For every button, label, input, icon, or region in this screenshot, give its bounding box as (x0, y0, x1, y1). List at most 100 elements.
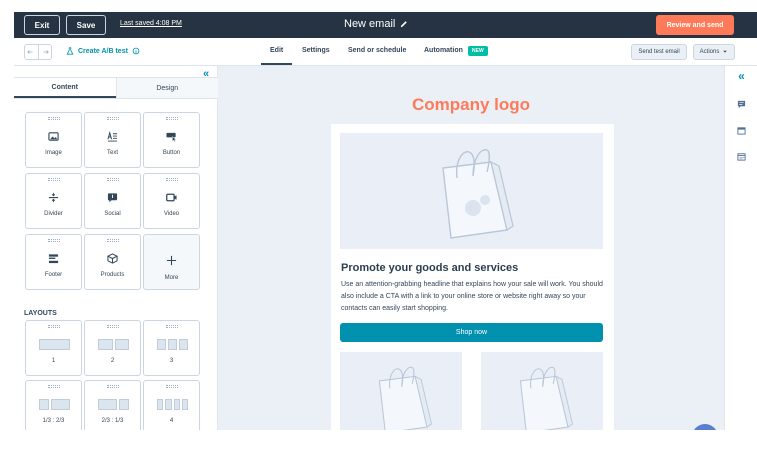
redo-button[interactable] (37, 45, 52, 59)
layout-label: 2/3 : 1/3 (101, 418, 124, 424)
module-label: Products (100, 272, 125, 278)
right-rail: « (724, 66, 757, 430)
last-saved-link[interactable]: Last saved 4:08 PM (120, 20, 182, 27)
module-more[interactable]: More (143, 234, 200, 290)
chevron-down-icon (723, 50, 728, 53)
layout-1-column[interactable]: 1 (25, 320, 82, 376)
social-icon (107, 193, 118, 203)
save-button[interactable]: Save (66, 15, 106, 35)
tab-content[interactable]: Content (14, 78, 116, 98)
module-label: Video (163, 211, 180, 217)
layout-2-columns[interactable]: 2 (84, 320, 141, 376)
hero-image[interactable] (340, 133, 603, 249)
tab-design[interactable]: Design (115, 78, 218, 98)
shopping-bag-icon (378, 366, 433, 430)
drag-handle-icon (107, 117, 119, 120)
products-icon (107, 253, 118, 264)
module-label: Text (106, 150, 118, 156)
schedule-icon (737, 153, 746, 161)
module-label: Social (104, 211, 121, 217)
calendar-button[interactable] (725, 126, 757, 135)
drag-handle-icon (48, 178, 60, 181)
plus-icon (166, 255, 177, 266)
module-footer[interactable]: Footer (25, 234, 82, 290)
shop-now-button[interactable]: Shop now (340, 323, 603, 342)
review-and-send-button[interactable]: Review and send (656, 15, 734, 35)
left-sidebar: « Content Design Image Text Button Divid… (14, 66, 218, 430)
button-icon (166, 132, 177, 142)
email-body-text[interactable]: Use an attention-grabbing headline that … (341, 279, 603, 315)
layout-preview (157, 339, 188, 350)
redo-icon (43, 50, 49, 54)
shopping-bag-icon (441, 149, 514, 239)
ab-test-label: Create A/B test (78, 47, 128, 55)
drag-handle-icon (107, 239, 119, 242)
top-bar: Exit Save Last saved 4:08 PM New email R… (14, 12, 757, 38)
drag-handle-icon (48, 117, 60, 120)
video-icon (166, 193, 177, 202)
text-icon (107, 131, 118, 142)
comments-button[interactable] (725, 100, 757, 109)
email-name: New email (344, 18, 396, 30)
pencil-icon[interactable] (400, 20, 408, 28)
tab-send-or-schedule[interactable]: Send or schedule (348, 47, 406, 54)
actions-label: Actions (699, 49, 720, 55)
module-image[interactable]: Image (25, 112, 82, 168)
layout-label: 1/3 : 2/3 (42, 418, 65, 424)
module-video[interactable]: Video (143, 173, 200, 229)
drag-handle-icon (107, 325, 119, 328)
exit-button[interactable]: Exit (24, 15, 60, 35)
layout-preview (39, 339, 70, 350)
company-logo[interactable]: Company logo (218, 95, 724, 115)
undo-button[interactable] (25, 45, 38, 59)
layout-4-columns[interactable]: 4 (143, 380, 200, 430)
product-image-right[interactable] (481, 352, 603, 430)
layout-preview (157, 399, 188, 410)
actions-dropdown[interactable]: Actions (693, 44, 735, 60)
send-test-email-button[interactable]: Send test email (631, 44, 687, 60)
email-title[interactable]: New email (344, 18, 408, 30)
layout-3-columns[interactable]: 3 (143, 320, 200, 376)
schedule-button[interactable] (725, 152, 757, 161)
ab-test-link[interactable]: Create A/B test (66, 47, 140, 55)
drag-handle-icon (107, 178, 119, 181)
module-products[interactable]: Products (84, 234, 141, 290)
module-label: Footer (44, 272, 63, 278)
image-icon (48, 132, 59, 141)
layout-one-third-two-thirds[interactable]: 1/3 : 2/3 (25, 380, 82, 430)
email-headline[interactable]: Promote your goods and services (341, 262, 518, 274)
drag-handle-icon (48, 325, 60, 328)
drag-handle-icon (107, 385, 119, 388)
undo-redo-group (24, 44, 52, 60)
module-text[interactable]: Text (84, 112, 141, 168)
divider-icon (48, 192, 59, 203)
drag-handle-icon (48, 239, 60, 242)
product-image-left[interactable] (340, 352, 462, 430)
module-label: Image (45, 150, 62, 156)
tab-automation[interactable]: Automation (424, 47, 463, 54)
layout-label: 1 (51, 358, 56, 364)
module-divider[interactable]: Divider (25, 173, 82, 229)
tab-settings[interactable]: Settings (302, 47, 330, 54)
module-button[interactable]: Button (143, 112, 200, 168)
new-badge: NEW (468, 46, 488, 56)
tab-edit[interactable]: Edit (260, 47, 293, 65)
drag-handle-icon (48, 385, 60, 388)
layout-two-thirds-one-third[interactable]: 2/3 : 1/3 (84, 380, 141, 430)
module-social[interactable]: Social (84, 173, 141, 229)
footer-icon (48, 254, 59, 264)
layouts-heading: LAYOUTS (24, 310, 57, 317)
layout-preview (39, 399, 70, 410)
layout-label: 2 (110, 358, 115, 364)
info-icon (132, 47, 140, 55)
email-editor-window: Exit Save Last saved 4:08 PM New email R… (14, 12, 757, 430)
drag-handle-icon (166, 325, 178, 328)
shopping-bag-icon (519, 366, 574, 430)
layout-label: 3 (169, 358, 174, 364)
help-chat-button[interactable] (692, 424, 718, 430)
comment-icon (737, 100, 746, 109)
flask-icon (66, 47, 74, 55)
expand-panel-icon[interactable]: « (725, 69, 757, 83)
drag-handle-icon (166, 178, 178, 181)
sidebar-tabs: Content Design (14, 77, 218, 99)
